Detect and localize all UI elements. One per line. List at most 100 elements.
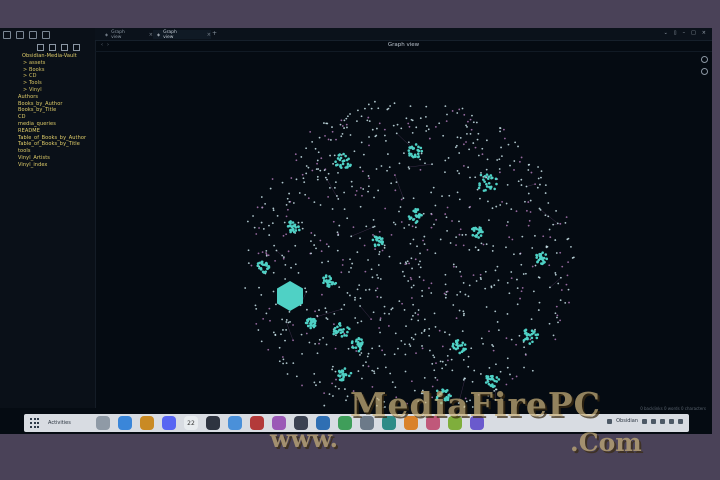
close-icon[interactable]: × bbox=[207, 32, 211, 38]
graph-node[interactable] bbox=[485, 173, 489, 176]
graph-node[interactable] bbox=[506, 221, 509, 223]
graph-node[interactable] bbox=[379, 331, 381, 334]
graph-node[interactable] bbox=[456, 136, 459, 139]
graph-node[interactable] bbox=[548, 228, 551, 231]
graph-node[interactable] bbox=[434, 376, 437, 379]
graph-node[interactable] bbox=[476, 138, 479, 141]
graph-node[interactable] bbox=[436, 379, 439, 381]
graph-node[interactable] bbox=[334, 385, 337, 388]
graph-node[interactable] bbox=[477, 249, 480, 252]
graph-node[interactable] bbox=[378, 122, 381, 125]
graph-node[interactable] bbox=[456, 191, 459, 194]
graph-node[interactable] bbox=[363, 244, 366, 247]
graph-node[interactable] bbox=[458, 220, 460, 223]
graph-node[interactable] bbox=[327, 196, 330, 198]
graph-node[interactable] bbox=[398, 210, 400, 213]
graph-node[interactable] bbox=[368, 120, 371, 123]
graph-node[interactable] bbox=[538, 252, 541, 256]
graph-node[interactable] bbox=[388, 255, 391, 258]
graph-node[interactable] bbox=[433, 312, 436, 315]
graph-node[interactable] bbox=[310, 240, 312, 243]
graph-node[interactable] bbox=[499, 370, 502, 373]
graph-node[interactable] bbox=[537, 309, 540, 311]
graph-node[interactable] bbox=[367, 259, 369, 261]
graph-node[interactable] bbox=[346, 115, 349, 118]
graph-node[interactable] bbox=[393, 353, 396, 356]
graph-node[interactable] bbox=[340, 308, 343, 311]
graph-node[interactable] bbox=[317, 151, 320, 154]
graph-node[interactable] bbox=[452, 342, 455, 346]
graph-node[interactable] bbox=[462, 358, 465, 361]
graph-node[interactable] bbox=[567, 261, 570, 264]
graph-node[interactable] bbox=[321, 293, 323, 296]
graph-node[interactable] bbox=[285, 233, 288, 236]
graph-node[interactable] bbox=[400, 198, 403, 201]
graph-node[interactable] bbox=[394, 332, 397, 335]
graph-node[interactable] bbox=[434, 252, 437, 255]
graph-node[interactable] bbox=[403, 227, 406, 229]
graph-node[interactable] bbox=[334, 334, 337, 337]
graph-node[interactable] bbox=[350, 180, 353, 183]
graph-node[interactable] bbox=[324, 307, 327, 310]
graph-node[interactable] bbox=[318, 136, 321, 139]
graph-node[interactable] bbox=[268, 224, 270, 227]
graph-node[interactable] bbox=[490, 286, 493, 289]
graph-node[interactable] bbox=[260, 196, 263, 198]
graph-node[interactable] bbox=[294, 153, 297, 156]
bookmark-icon[interactable] bbox=[42, 31, 50, 39]
graph-node[interactable] bbox=[534, 264, 537, 267]
graph-node[interactable] bbox=[486, 158, 489, 161]
graph-node[interactable] bbox=[381, 349, 384, 352]
file-item[interactable]: CD bbox=[0, 114, 95, 121]
graph-node[interactable] bbox=[568, 301, 570, 304]
graph-node[interactable] bbox=[446, 354, 449, 357]
split-icon[interactable]: ▯ bbox=[674, 30, 677, 36]
graph-node[interactable] bbox=[447, 157, 450, 159]
graph-node[interactable] bbox=[443, 292, 446, 295]
graph-node[interactable] bbox=[560, 289, 563, 291]
graph-node[interactable] bbox=[462, 378, 465, 381]
graph-node[interactable] bbox=[337, 154, 341, 157]
graph-node[interactable] bbox=[481, 153, 484, 156]
graph-node[interactable] bbox=[291, 227, 295, 231]
graph-node[interactable] bbox=[422, 279, 425, 282]
battery-icon[interactable] bbox=[660, 418, 665, 424]
graph-node[interactable] bbox=[410, 145, 414, 149]
graph-node[interactable] bbox=[342, 152, 345, 156]
graph-node[interactable] bbox=[378, 250, 381, 253]
graph-node[interactable] bbox=[368, 144, 370, 147]
graph-node[interactable] bbox=[485, 139, 488, 142]
graph-node[interactable] bbox=[510, 208, 513, 211]
graph-node[interactable] bbox=[472, 274, 475, 277]
graph-node[interactable] bbox=[491, 378, 495, 381]
graph-node[interactable] bbox=[412, 284, 415, 287]
graph-node[interactable] bbox=[428, 287, 430, 289]
graph-node[interactable] bbox=[368, 288, 371, 291]
graph-node[interactable] bbox=[524, 354, 527, 356]
graph-node[interactable] bbox=[275, 303, 277, 306]
graph-node[interactable] bbox=[339, 123, 342, 126]
file-item[interactable]: Books_by_Title bbox=[0, 107, 95, 114]
graph-node[interactable] bbox=[385, 140, 387, 142]
graph-node[interactable] bbox=[395, 132, 398, 135]
graph-node[interactable] bbox=[338, 322, 341, 326]
graph-node[interactable] bbox=[421, 295, 424, 297]
graph-node[interactable] bbox=[364, 289, 367, 291]
graph-node[interactable] bbox=[572, 256, 575, 259]
graph-node[interactable] bbox=[495, 380, 498, 383]
graph-node[interactable] bbox=[292, 362, 295, 365]
graph-node[interactable] bbox=[414, 333, 417, 336]
graph-node[interactable] bbox=[408, 125, 411, 128]
graph-node[interactable] bbox=[320, 157, 323, 160]
graph-node[interactable] bbox=[400, 127, 403, 130]
graph-node[interactable] bbox=[525, 185, 528, 188]
graph-node[interactable] bbox=[419, 117, 422, 120]
graph-node[interactable] bbox=[439, 360, 442, 363]
graph-node[interactable] bbox=[368, 136, 370, 138]
graph-node[interactable] bbox=[336, 231, 339, 234]
graph-node[interactable] bbox=[472, 142, 475, 144]
graph-node[interactable] bbox=[315, 384, 317, 387]
graph-node[interactable] bbox=[292, 230, 296, 234]
graph-node[interactable] bbox=[522, 273, 525, 275]
graph-node[interactable] bbox=[301, 227, 304, 230]
